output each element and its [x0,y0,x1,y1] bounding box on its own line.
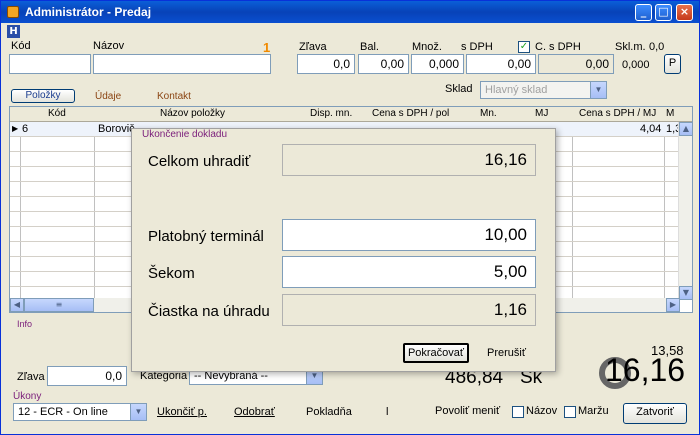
p-button[interactable]: P [664,54,681,74]
col-kod: Kód [48,108,66,119]
bal-input[interactable]: 0,00 [358,54,409,74]
ciastka-label: Čiastka na úhradu [148,303,270,320]
scroll-up-icon[interactable]: ▲ [679,122,692,136]
kod-input[interactable] [9,54,91,74]
sekom-label: Šekom [148,265,195,282]
main-window: Administrátor - Predaj _ □ × H Kód Názov… [0,0,700,435]
marzu-checkbox[interactable] [564,406,576,418]
app-icon [7,6,19,18]
tab-udaje[interactable]: Údaje [95,91,121,102]
chevron-down-icon: ▼ [590,82,606,98]
odobrat-link[interactable]: Odobrať [234,406,275,418]
grid-header: Kód Názov položky Disp. mn. Cena s DPH /… [10,107,692,122]
payment-dialog: Ukončenie dokladu Celkom uhradiť 16,16 P… [131,128,556,372]
sklm-value: 0,0 [649,41,665,53]
col-disp: Disp. mn. [310,108,353,119]
bal-label: Bal. [360,41,379,53]
terminal-input[interactable]: 10,00 [282,219,536,251]
ukony-label: Úkony [13,391,42,402]
item-count: 1 [263,40,271,55]
sklad-label: Sklad [445,83,473,95]
zatvorit-button[interactable]: Zatvoriť [623,403,687,424]
csdph-checkbox[interactable]: ✓ [518,41,530,53]
mnoz-label: Množ. [412,41,442,53]
zlava-footer-label: Zľava [17,371,45,383]
csdph-input[interactable]: 0,00 [538,54,614,74]
col-mn: Mn. [480,108,497,119]
maximize-button[interactable]: □ [655,4,672,21]
ukony-select[interactable]: 12 - ECR - On line ▼ [13,403,147,421]
pokladna-label[interactable]: Pokladňa [306,406,352,418]
row-kod: 6 [22,123,29,135]
zlava-footer-input[interactable]: 0,0 [47,366,127,386]
row-price: 4,04 [640,123,662,135]
col-mj: MJ [535,108,549,119]
nazov-check-label: Názov [526,405,558,417]
celkom-label: Celkom uhradiť [148,153,251,170]
minimize-button[interactable]: _ [635,4,652,21]
big-total: 16,16 [605,352,686,388]
col-nazov: Názov položky [160,108,226,119]
cancel-button[interactable]: Prerušiť [487,347,526,359]
scroll-right-icon[interactable]: ▶ [666,298,680,312]
row-pointer-icon: ▶ [12,124,19,133]
sklad-select[interactable]: Hlavný sklad ▼ [480,81,607,99]
kod-label: Kód [11,40,31,52]
menu-button[interactable]: H [7,25,20,38]
dialog-title: Ukončenie dokladu [142,129,228,140]
sklm-value2: 0,000 [622,59,650,71]
sklad-value: Hlavný sklad [485,84,548,96]
info-label: Info [17,319,33,329]
continue-button[interactable]: Pokračovať [403,343,469,363]
nazov-input[interactable] [93,54,271,74]
sklm-label: Skl.m. [615,41,646,53]
col-m: M [666,108,675,119]
marzu-check-label: Maržu [578,405,609,417]
sdph-label: s DPH [461,41,493,53]
scroll-down-icon[interactable]: ▼ [679,286,692,300]
sekom-input[interactable]: 5,00 [282,256,536,288]
separator: l [386,406,389,418]
tab-polozky[interactable]: Položky [11,89,75,103]
povolit-label: Povoliť meniť [435,405,501,417]
ukoncit-link[interactable]: Ukončiť p. [157,406,207,418]
sdph-input[interactable]: 0,00 [466,54,536,74]
col-cena-mj: Cena s DPH / MJ [579,108,657,119]
scroll-left-icon[interactable]: ◀ [10,298,24,312]
celkom-value: 16,16 [282,144,536,176]
zlava-input[interactable]: 0,0 [297,54,355,74]
row-nazov: Borovič [98,123,135,135]
title-bar: Administrátor - Predaj _ □ × [1,1,699,23]
terminal-label: Platobný terminál [148,228,264,245]
csdph-label: C. s DPH [535,41,581,53]
close-button[interactable]: × [676,4,693,21]
chevron-down-icon: ▼ [130,404,146,420]
nazov-checkbox[interactable] [512,406,524,418]
tab-kontakt[interactable]: Kontakt [157,91,191,102]
window-title: Administrátor - Predaj [25,5,152,19]
nazov-label: Názov [93,40,125,52]
mnoz-input[interactable]: 0,000 [411,54,464,74]
zlava-label: Zľava [299,41,327,53]
ciastka-value: 1,16 [282,294,536,326]
scroll-thumb[interactable]: ≡ [24,298,94,312]
col-cena-pol: Cena s DPH / pol [372,108,450,119]
vertical-scrollbar[interactable]: ▲ ▼ [678,122,692,300]
ukony-value: 12 - ECR - On line [18,406,108,418]
